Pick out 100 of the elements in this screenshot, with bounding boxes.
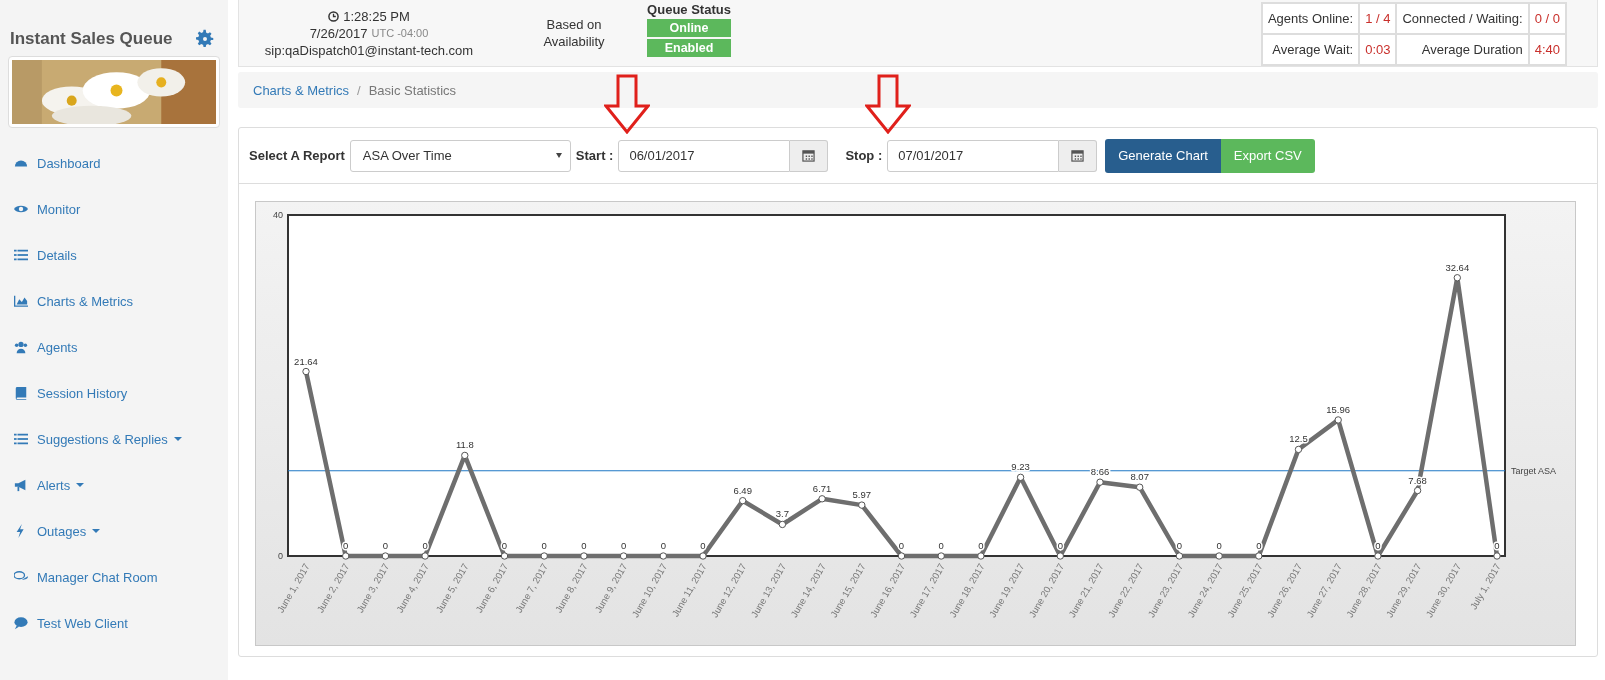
list-icon xyxy=(14,432,28,446)
data-label: 0 xyxy=(1176,540,1183,551)
routing-text: Based on Availability xyxy=(542,16,606,50)
data-point xyxy=(540,552,548,560)
data-point xyxy=(897,552,906,560)
queue-status-title: Queue Status xyxy=(647,2,731,17)
data-point xyxy=(739,496,747,505)
sip-address: sip:qaDispatch01@instant-tech.com xyxy=(264,41,474,59)
data-point xyxy=(937,552,945,560)
status-badge: Online xyxy=(647,19,731,37)
data-label: 0 xyxy=(1216,540,1222,551)
calendar-button[interactable] xyxy=(1059,139,1098,172)
app-title: Instant Sales Queue xyxy=(10,29,173,49)
breadcrumb-item: Basic Statistics xyxy=(368,82,457,98)
data-label: 12.5 xyxy=(1289,433,1308,445)
data-label: 0 xyxy=(422,540,428,551)
breadcrumb-separator: / xyxy=(357,82,361,98)
nav-item[interactable]: Test Web Client xyxy=(8,600,220,646)
data-label: 0 xyxy=(541,540,547,551)
clock-icon xyxy=(328,10,340,22)
data-label: 0 xyxy=(700,540,706,551)
calendar-icon xyxy=(1071,149,1085,162)
data-point xyxy=(1453,274,1461,282)
date-text: 7/26/2017 xyxy=(309,24,368,42)
data-point xyxy=(1096,478,1104,486)
data-point xyxy=(1016,473,1025,481)
stat-value: 0 / 0 xyxy=(1528,3,1566,34)
nav-item[interactable]: Details xyxy=(8,232,220,278)
data-point xyxy=(1294,445,1303,454)
nav-item[interactable]: Agents xyxy=(8,324,220,370)
data-point xyxy=(1374,552,1382,560)
data-point xyxy=(778,520,787,529)
stat-label: Connected / Waiting: xyxy=(1396,3,1529,34)
data-point xyxy=(1175,552,1184,560)
data-point xyxy=(818,495,826,503)
data-label: 0 xyxy=(1256,540,1262,551)
start-date-field[interactable]: 06/01/2017 xyxy=(618,139,791,172)
data-point xyxy=(1334,416,1342,424)
data-point xyxy=(858,501,866,509)
reference-label: Target ASA xyxy=(1511,465,1557,476)
settings-icon[interactable] xyxy=(194,28,216,50)
data-point xyxy=(461,451,469,460)
nav-item[interactable]: Session History xyxy=(8,370,220,416)
clock-time: 1:28:25 PM xyxy=(343,7,410,25)
dropdown-caret-icon xyxy=(555,153,562,158)
nav-item[interactable]: Alerts xyxy=(8,462,220,508)
stat-value: 0:03 xyxy=(1359,34,1397,65)
y-tick-label: 0 xyxy=(278,551,283,561)
calendar-button[interactable] xyxy=(790,139,829,172)
data-label: 0 xyxy=(1057,540,1063,551)
data-label: 0 xyxy=(1494,540,1500,551)
breadcrumb-item[interactable]: Charts & Metrics xyxy=(253,82,350,98)
nav-item[interactable]: Charts & Metrics xyxy=(8,278,220,324)
data-label: 5.97 xyxy=(852,489,872,501)
data-label: 6.49 xyxy=(733,484,752,496)
nav-item[interactable]: Suggestions & Replies xyxy=(8,416,220,462)
export-button[interactable]: Export CSV xyxy=(1220,138,1315,173)
data-point xyxy=(1136,483,1144,491)
data-label: 0 xyxy=(978,540,984,551)
data-point xyxy=(1056,552,1064,560)
data-label: 32.64 xyxy=(1445,261,1470,273)
data-point xyxy=(699,552,707,560)
nav-item[interactable]: Dashboard xyxy=(8,140,220,186)
nav-item[interactable]: Manager Chat Room xyxy=(8,554,220,600)
data-point xyxy=(1255,552,1263,560)
status-badge: Enabled xyxy=(647,39,731,57)
book-icon xyxy=(14,386,28,400)
data-label: 9.23 xyxy=(1011,461,1030,473)
horn-icon xyxy=(14,478,28,492)
nav-item[interactable]: Outages xyxy=(8,508,220,554)
data-point xyxy=(580,552,588,560)
report-select[interactable]: ASA Over Time xyxy=(349,139,571,172)
data-label: 0 xyxy=(660,540,666,551)
generate-button[interactable]: Generate Chart xyxy=(1105,138,1221,173)
data-point xyxy=(1493,552,1501,560)
data-label: 0 xyxy=(343,540,349,551)
nav-item[interactable]: Monitor xyxy=(8,186,220,232)
area-icon xyxy=(14,294,28,308)
stat-label: Average Wait: xyxy=(1261,34,1360,65)
data-label: 0 xyxy=(382,540,389,551)
data-point xyxy=(1413,486,1422,495)
data-label: 0 xyxy=(620,540,627,551)
stat-label: Average Duration xyxy=(1396,34,1529,65)
stop-date-field[interactable]: 07/01/2017 xyxy=(887,139,1060,172)
start-label: Start : xyxy=(575,148,614,163)
data-point xyxy=(500,552,509,560)
timezone-text: UTC -04:00 xyxy=(371,25,429,41)
y-tick-label: 40 xyxy=(273,210,283,220)
stop-label: Stop : xyxy=(845,148,883,163)
data-point xyxy=(381,552,390,560)
stat-label: Agents Online: xyxy=(1261,3,1360,34)
down-arrow-icon xyxy=(604,74,650,134)
calendar-icon xyxy=(802,149,816,162)
data-point xyxy=(302,367,310,376)
data-point xyxy=(977,552,985,560)
data-label: 0 xyxy=(1375,540,1381,551)
data-label: 6.71 xyxy=(812,482,832,494)
data-label: 15.96 xyxy=(1326,403,1351,415)
data-point xyxy=(659,552,667,560)
stat-value: 1 / 4 xyxy=(1359,3,1397,34)
